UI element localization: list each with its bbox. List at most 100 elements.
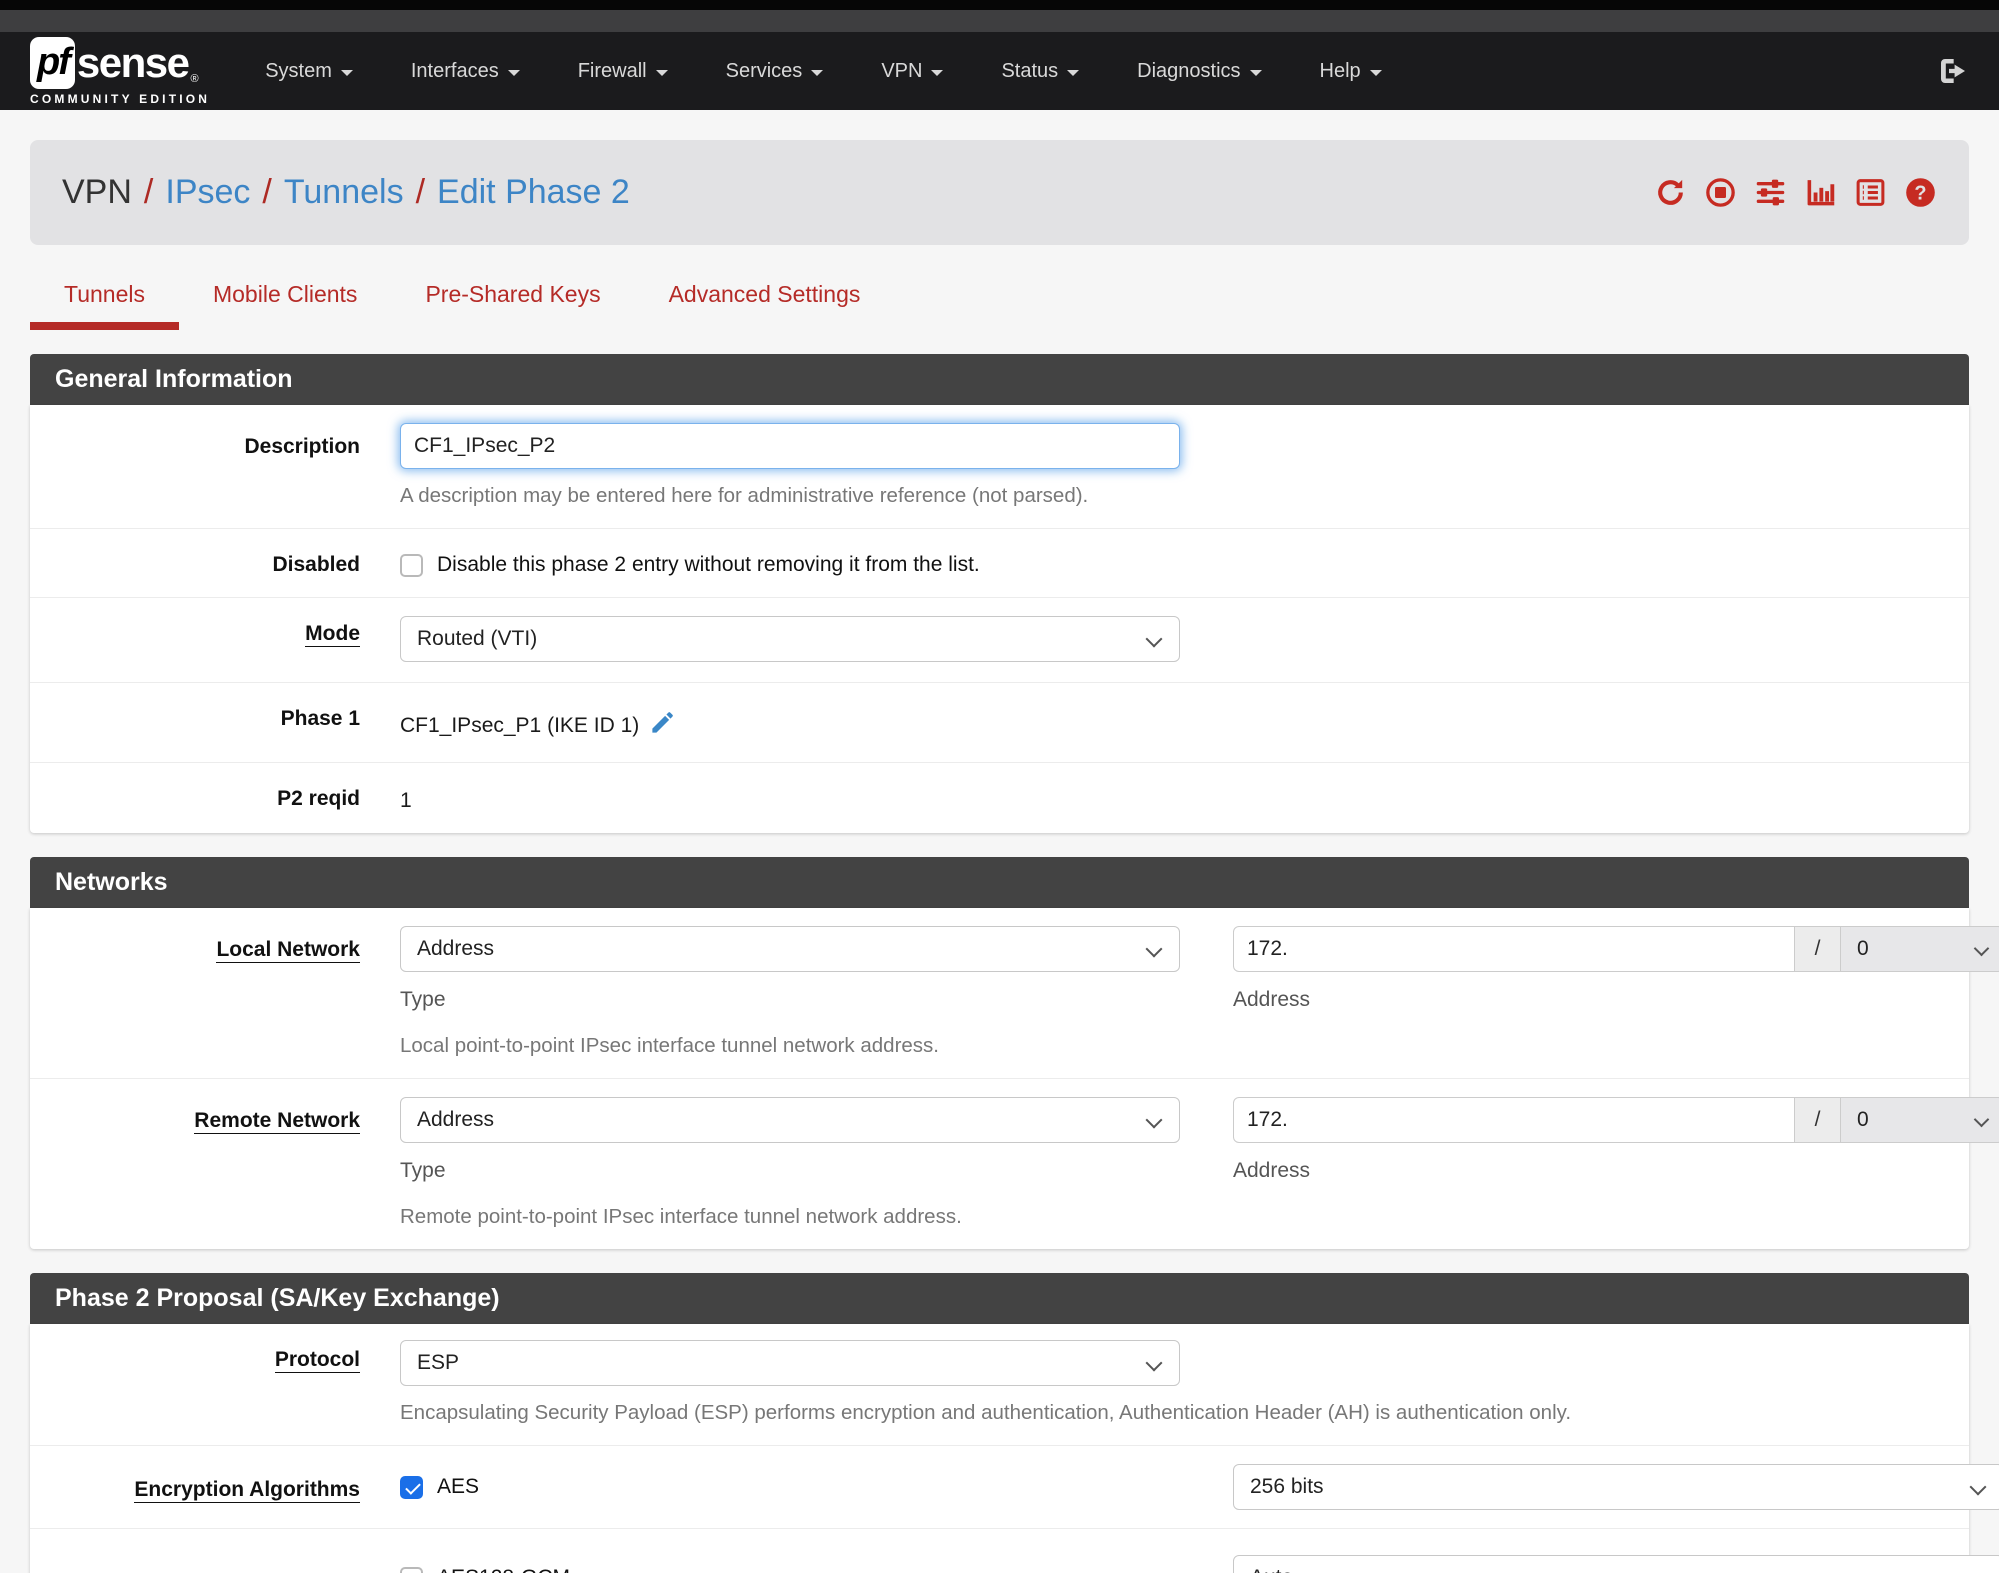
- mode-select[interactable]: Routed (VTI): [400, 616, 1180, 662]
- help-icon[interactable]: ?: [1904, 176, 1937, 209]
- local-network-type-select[interactable]: Address: [400, 926, 1180, 972]
- row-encryption-aes128gcm: AES128-GCM Auto: [30, 1528, 1999, 1573]
- tab-pre-shared-keys[interactable]: Pre-Shared Keys: [391, 281, 634, 308]
- disabled-checkbox-label: Disable this phase 2 entry without remov…: [437, 553, 980, 576]
- breadcrumb-panel: VPN / IPsec / Tunnels / Edit Phase 2 ?: [30, 140, 1969, 245]
- sliders-icon[interactable]: [1754, 176, 1787, 209]
- aes128gcm-checkbox[interactable]: [400, 1566, 423, 1573]
- section-title: General Information: [30, 354, 1969, 405]
- edit-phase1-button[interactable]: [649, 709, 676, 742]
- local-network-address-input[interactable]: [1233, 926, 1795, 972]
- remote-type-caption: Type: [400, 1159, 446, 1182]
- row-protocol: Protocol ESP Encapsulating Security Payl…: [30, 1324, 1969, 1445]
- section-title: Networks: [30, 857, 1969, 908]
- section-body: Protocol ESP Encapsulating Security Payl…: [30, 1324, 1999, 1573]
- aes-checkbox[interactable]: [400, 1475, 423, 1499]
- svg-text:?: ?: [1914, 182, 1926, 204]
- row-p2reqid: P2 reqid 1: [30, 762, 1969, 833]
- page-action-icons: ?: [1654, 176, 1937, 209]
- remote-network-mask-select[interactable]: 0: [1841, 1097, 1999, 1143]
- row-description: Description A description may be entered…: [30, 405, 1969, 528]
- logout-button[interactable]: [1937, 55, 1969, 87]
- local-network-help: Local point-to-point IPsec interface tun…: [400, 1034, 939, 1057]
- community-edition-label: COMMUNITY EDITION: [30, 92, 211, 106]
- section-general-information: General Information Description A descri…: [30, 354, 1969, 833]
- row-mode: Mode Routed (VTI): [30, 597, 1969, 682]
- section-body: Local Network Address Type / 0: [30, 908, 1999, 1249]
- p2reqid-value: 1: [400, 789, 412, 812]
- breadcrumb-ipsec-link[interactable]: IPsec: [165, 173, 250, 212]
- description-label: Description: [244, 435, 360, 458]
- pfsense-logo[interactable]: pf sense ® COMMUNITY EDITION: [30, 37, 210, 105]
- local-address-caption: Address: [1233, 988, 1311, 1011]
- encryption-algorithms-label: Encryption Algorithms: [134, 1478, 360, 1503]
- local-network-mask-select[interactable]: 0: [1841, 926, 1999, 972]
- caret-down-icon: [655, 69, 668, 76]
- nav-item-status[interactable]: Status: [972, 60, 1108, 83]
- row-phase1: Phase 1 CF1_IPsec_P1 (IKE ID 1): [30, 682, 1969, 762]
- tab-mobile-clients[interactable]: Mobile Clients: [179, 281, 391, 308]
- log-list-icon[interactable]: [1854, 176, 1887, 209]
- stop-circle-icon[interactable]: [1704, 176, 1737, 209]
- aes-label: AES: [437, 1475, 480, 1498]
- row-disabled: Disabled Disable this phase 2 entry with…: [30, 528, 1969, 597]
- remote-network-address-input[interactable]: [1233, 1097, 1795, 1143]
- local-network-label: Local Network: [216, 938, 360, 963]
- remote-network-label: Remote Network: [194, 1109, 360, 1134]
- breadcrumb-separator: /: [415, 173, 426, 211]
- mode-label: Mode: [305, 622, 360, 647]
- p2reqid-label: P2 reqid: [277, 787, 360, 810]
- caret-down-icon: [1249, 69, 1262, 76]
- breadcrumb-separator: /: [262, 173, 272, 211]
- row-local-network: Local Network Address Type / 0: [30, 908, 1999, 1078]
- nav-item-interfaces[interactable]: Interfaces: [382, 60, 549, 83]
- tab-advanced-settings[interactable]: Advanced Settings: [635, 281, 895, 308]
- nav-item-help[interactable]: Help: [1291, 60, 1411, 83]
- caret-down-icon: [931, 69, 944, 76]
- window-top-edge: [0, 0, 1999, 10]
- sense-wordmark: sense: [76, 39, 190, 86]
- nav-item-system[interactable]: System: [236, 60, 382, 83]
- section-networks: Networks Local Network Address Type /: [30, 857, 1999, 1249]
- registered-mark: ®: [190, 73, 199, 85]
- local-type-caption: Type: [400, 988, 446, 1011]
- nav-menu: System Interfaces Firewall Services VPN …: [236, 60, 1410, 83]
- protocol-help: Encapsulating Security Payload (ESP) per…: [400, 1401, 1572, 1424]
- caret-down-icon: [1369, 69, 1382, 76]
- nav-item-vpn[interactable]: VPN: [852, 60, 972, 83]
- row-encryption-aes: Encryption Algorithms AES 256 bits: [30, 1445, 1999, 1528]
- sign-out-icon: [1941, 59, 1965, 83]
- description-help: A description may be entered here for ad…: [400, 484, 1089, 507]
- caret-down-icon: [507, 69, 520, 76]
- pencil-icon: [652, 712, 674, 733]
- phase1-label: Phase 1: [280, 707, 360, 730]
- local-cidr-separator: /: [1795, 926, 1841, 972]
- tab-bar: Tunnels Mobile Clients Pre-Shared Keys A…: [30, 281, 1969, 336]
- row-remote-network: Remote Network Address Type / 0: [30, 1078, 1999, 1249]
- aes128gcm-label: AES128-GCM: [437, 1566, 570, 1573]
- disabled-checkbox[interactable]: [400, 553, 423, 577]
- breadcrumb: VPN / IPsec / Tunnels / Edit Phase 2: [62, 173, 630, 212]
- protocol-label: Protocol: [274, 1348, 360, 1373]
- page-content: VPN / IPsec / Tunnels / Edit Phase 2 ? T…: [0, 110, 1999, 1573]
- aes128gcm-bits-select[interactable]: Auto: [1233, 1555, 1999, 1573]
- nav-item-services[interactable]: Services: [697, 60, 853, 83]
- aes-bits-select[interactable]: 256 bits: [1233, 1464, 1999, 1510]
- section-phase2-proposal: Phase 2 Proposal (SA/Key Exchange) Proto…: [30, 1273, 1999, 1573]
- breadcrumb-separator: /: [143, 173, 154, 211]
- remote-cidr-separator: /: [1795, 1097, 1841, 1143]
- breadcrumb-vpn: VPN: [62, 173, 132, 211]
- remote-network-type-select[interactable]: Address: [400, 1097, 1180, 1143]
- page-title: Edit Phase 2: [437, 173, 630, 211]
- chart-icon[interactable]: [1804, 176, 1837, 209]
- breadcrumb-tunnels-link[interactable]: Tunnels: [284, 173, 404, 212]
- nav-item-firewall[interactable]: Firewall: [549, 60, 697, 83]
- section-title: Phase 2 Proposal (SA/Key Exchange): [30, 1273, 1969, 1324]
- refresh-icon[interactable]: [1654, 176, 1687, 209]
- window-title-strip: [0, 10, 1999, 32]
- caret-down-icon: [811, 69, 824, 76]
- nav-item-diagnostics[interactable]: Diagnostics: [1108, 60, 1290, 83]
- protocol-select[interactable]: ESP: [400, 1340, 1180, 1386]
- description-input[interactable]: [400, 423, 1180, 469]
- tab-tunnels[interactable]: Tunnels: [30, 281, 179, 330]
